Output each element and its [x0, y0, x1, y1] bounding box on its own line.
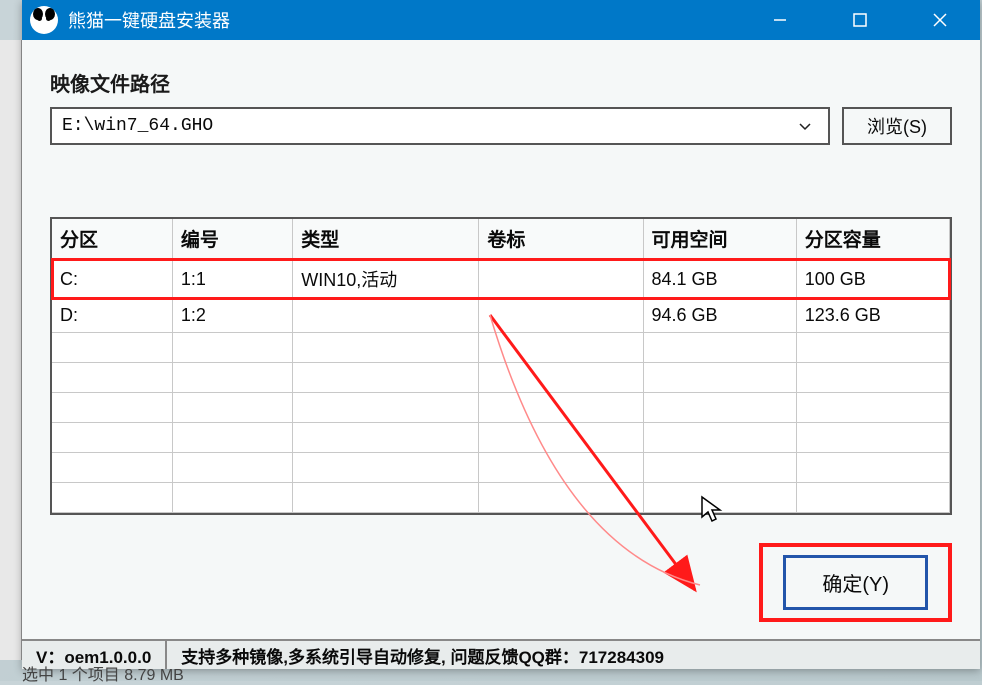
- background-cropped-left: [0, 40, 22, 660]
- chevron-down-icon[interactable]: [792, 118, 818, 134]
- panda-icon: [30, 6, 58, 34]
- client-area: 映像文件路径 E:\win7_64.GHO 浏览(S) 分区 编号 类型: [22, 40, 980, 632]
- action-row: 确定(Y): [50, 543, 952, 622]
- path-row: E:\win7_64.GHO 浏览(S): [50, 107, 952, 145]
- table-row[interactable]: D:1:294.6 GB123.6 GB: [52, 299, 950, 333]
- table-row-empty: [52, 483, 950, 513]
- confirm-button[interactable]: 确定(Y): [783, 555, 928, 610]
- close-button[interactable]: [900, 0, 980, 40]
- image-path-combobox[interactable]: E:\win7_64.GHO: [50, 107, 830, 145]
- status-info: 支持多种镜像,多系统引导自动修复, 问题反馈QQ群：717284309: [167, 643, 980, 668]
- table-row-empty: [52, 363, 950, 393]
- maximize-button[interactable]: [820, 0, 900, 40]
- background-cropped-bottom: 选中 1 个项目 8.79 MB: [22, 661, 184, 685]
- window-title: 熊猫一键硬盘安装器: [68, 7, 740, 33]
- col-partition[interactable]: 分区: [52, 219, 172, 259]
- browse-button[interactable]: 浏览(S): [842, 107, 952, 145]
- table-row-empty: [52, 333, 950, 363]
- col-number[interactable]: 编号: [172, 219, 292, 259]
- titlebar: 熊猫一键硬盘安装器: [22, 0, 980, 40]
- window-controls: [740, 0, 980, 40]
- confirm-highlight-box: 确定(Y): [759, 543, 952, 622]
- table-row-empty: [52, 423, 950, 453]
- installer-window: 熊猫一键硬盘安装器 映像文件路径 E:\win7_64.GHO 浏览(S): [22, 0, 980, 669]
- col-free[interactable]: 可用空间: [643, 219, 796, 259]
- col-capacity[interactable]: 分区容量: [796, 219, 949, 259]
- table-row[interactable]: C:1:1WIN10,活动84.1 GB100 GB: [52, 259, 950, 299]
- col-label[interactable]: 卷标: [479, 219, 643, 259]
- partition-table: 分区 编号 类型 卷标 可用空间 分区容量 C:1:1WIN10,活动84.1 …: [50, 217, 952, 515]
- table-row-empty: [52, 453, 950, 483]
- image-path-value: E:\win7_64.GHO: [62, 116, 792, 136]
- col-type[interactable]: 类型: [293, 219, 479, 259]
- table-row-empty: [52, 393, 950, 423]
- image-path-label: 映像文件路径: [50, 68, 952, 97]
- minimize-button[interactable]: [740, 0, 820, 40]
- table-header-row: 分区 编号 类型 卷标 可用空间 分区容量: [52, 219, 950, 259]
